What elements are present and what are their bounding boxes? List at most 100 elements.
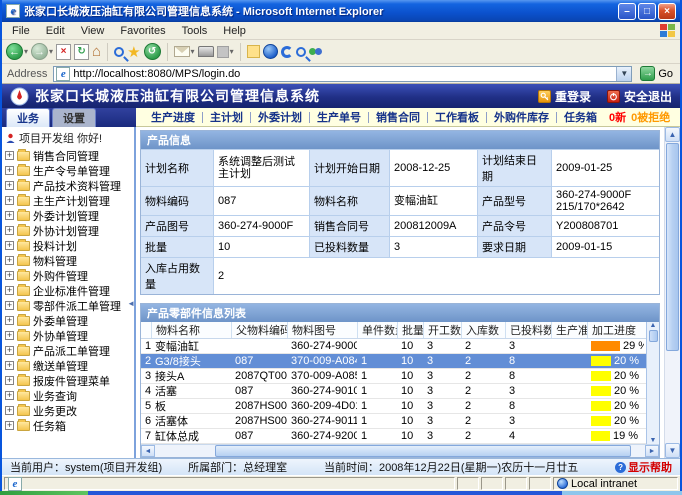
column-header[interactable]: 加工进度	[587, 322, 644, 338]
go-button[interactable]: → Go	[636, 66, 677, 81]
history-button[interactable]: ↺	[144, 43, 161, 60]
expand-icon[interactable]: +	[5, 196, 14, 205]
expand-icon[interactable]: +	[5, 346, 14, 355]
column-header[interactable]: 生产准备	[551, 322, 587, 338]
page-scrollbar[interactable]: ▲ ▼	[664, 127, 680, 458]
menu-favorites[interactable]: Favorites	[112, 24, 173, 38]
tree-item[interactable]: +报废件管理菜单	[2, 373, 134, 388]
tree-item[interactable]: +外委单管理	[2, 313, 134, 328]
tree-item[interactable]: +物料管理	[2, 253, 134, 268]
column-header[interactable]: 单件数量	[357, 322, 397, 338]
hscroll-thumb[interactable]	[215, 445, 631, 457]
tree-item[interactable]: +投料计划	[2, 238, 134, 253]
expand-icon[interactable]: +	[5, 406, 14, 415]
menu-file[interactable]: File	[4, 24, 38, 38]
close-button[interactable]: ×	[658, 3, 676, 20]
page-scroll-thumb[interactable]	[666, 143, 679, 351]
favorites-button[interactable]: ★	[127, 43, 140, 61]
tree-item[interactable]: +外委计划管理	[2, 208, 134, 223]
research-button[interactable]	[296, 47, 306, 57]
module-tab[interactable]: 业务	[6, 108, 50, 127]
scroll-down-icon[interactable]: ▼	[650, 437, 657, 444]
expand-icon[interactable]: +	[5, 391, 14, 400]
scroll-down-icon[interactable]: ▼	[665, 443, 680, 458]
print-button[interactable]	[198, 46, 214, 57]
expand-icon[interactable]: +	[5, 211, 14, 220]
nav-item[interactable]: 主计划	[203, 109, 250, 125]
parts-hscrollbar[interactable]: ◄ ►	[141, 444, 659, 457]
tree-item[interactable]: +主生产计划管理	[2, 193, 134, 208]
parts-row[interactable]: 7缸体总成087360-274-9200F11032419 %	[141, 429, 646, 444]
address-input[interactable]: e http://localhost:8080/MPS/login.do ▼	[53, 66, 632, 82]
expand-icon[interactable]: +	[5, 166, 14, 175]
logout-button[interactable]: 安全退出	[607, 88, 672, 105]
tree-item[interactable]: +外协计划管理	[2, 223, 134, 238]
scroll-up-icon[interactable]: ▲	[650, 322, 657, 329]
splitter-collapse-icon[interactable]: ◄	[127, 299, 135, 308]
messenger-button[interactable]	[309, 46, 323, 58]
menu-view[interactable]: View	[73, 24, 113, 38]
parts-vscrollbar[interactable]: ▲ ▼	[646, 322, 659, 444]
tree-item[interactable]: +业务更改	[2, 403, 134, 418]
menu-edit[interactable]: Edit	[38, 24, 73, 38]
column-header[interactable]: 入库数	[461, 322, 505, 338]
scroll-left-icon[interactable]: ◄	[141, 445, 155, 457]
tree-item[interactable]: +产品技术资料管理	[2, 178, 134, 193]
parts-row[interactable]: 5板2087HS002360-209-4D01011032820 %	[141, 399, 646, 414]
scroll-right-icon[interactable]: ►	[645, 445, 659, 457]
parts-row[interactable]: 2G3/8接头087370-009-A084011032820 %	[141, 354, 646, 369]
tree-item[interactable]: +缴送单管理	[2, 358, 134, 373]
relogin-button[interactable]: 重登录	[538, 88, 591, 105]
parts-row[interactable]: 1变幅油缸360-274-9000F1032329 %	[141, 339, 646, 354]
maximize-button[interactable]: □	[638, 3, 656, 20]
stop-button[interactable]: ×	[56, 44, 71, 60]
column-header[interactable]: 已投料数	[505, 322, 551, 338]
edit-button[interactable]: ▾	[217, 46, 234, 58]
column-header[interactable]: 父物料编码	[231, 322, 287, 338]
mail-button[interactable]: ▾	[174, 46, 195, 57]
tree-item[interactable]: +企业标准件管理	[2, 283, 134, 298]
forward-button[interactable]: →▾	[31, 43, 53, 60]
nav-item[interactable]: 生产单号	[310, 109, 368, 125]
expand-icon[interactable]: +	[5, 376, 14, 385]
expand-icon[interactable]: +	[5, 361, 14, 370]
column-header[interactable]: 物料图号	[287, 322, 357, 338]
expand-icon[interactable]: +	[5, 241, 14, 250]
nav-item[interactable]: 外委计划	[251, 109, 309, 125]
scroll-up-icon[interactable]: ▲	[665, 127, 680, 142]
expand-icon[interactable]: +	[5, 421, 14, 430]
tree-item[interactable]: +外协单管理	[2, 328, 134, 343]
parts-row[interactable]: 3接头A2087QT002370-009-A085011032820 %	[141, 369, 646, 384]
expand-icon[interactable]: +	[5, 316, 14, 325]
expand-icon[interactable]: +	[5, 271, 14, 280]
windows-taskbar[interactable]	[0, 491, 682, 495]
nav-item[interactable]: 外购件库存	[487, 109, 556, 125]
minimize-button[interactable]: –	[618, 3, 636, 20]
tree-item[interactable]: +销售合同管理	[2, 148, 134, 163]
expand-icon[interactable]: +	[5, 256, 14, 265]
links-button[interactable]	[281, 46, 293, 58]
web-button[interactable]	[263, 44, 278, 59]
address-dropdown[interactable]: ▼	[616, 67, 631, 81]
nav-item[interactable]: 任务箱	[557, 109, 604, 125]
parts-row[interactable]: 6活塞体2087HS002360-274-9011W11032320 %	[141, 414, 646, 429]
show-help-link[interactable]: ? 显示帮助	[615, 459, 672, 475]
home-button[interactable]: ⌂	[92, 44, 101, 59]
expand-icon[interactable]: +	[5, 226, 14, 235]
tree-item[interactable]: +零部件派工单管理	[2, 298, 134, 313]
search-button[interactable]	[114, 47, 124, 57]
tree-item[interactable]: +产品派工单管理	[2, 343, 134, 358]
tree-item[interactable]: +生产令号单管理	[2, 163, 134, 178]
tree-item[interactable]: +业务查询	[2, 388, 134, 403]
back-button[interactable]: ←▾	[6, 43, 28, 60]
refresh-button[interactable]: ↻	[74, 44, 89, 60]
scroll-thumb[interactable]	[649, 330, 658, 342]
column-header[interactable]: 物料名称	[151, 322, 231, 338]
parts-row[interactable]: 4活塞087360-274-9010F11032320 %	[141, 384, 646, 399]
expand-icon[interactable]: +	[5, 331, 14, 340]
tree-item[interactable]: +任务箱	[2, 418, 134, 433]
start-button[interactable]	[0, 491, 88, 495]
column-header[interactable]: 开工数	[423, 322, 461, 338]
menu-tools[interactable]: Tools	[174, 24, 216, 38]
menu-help[interactable]: Help	[215, 24, 254, 38]
